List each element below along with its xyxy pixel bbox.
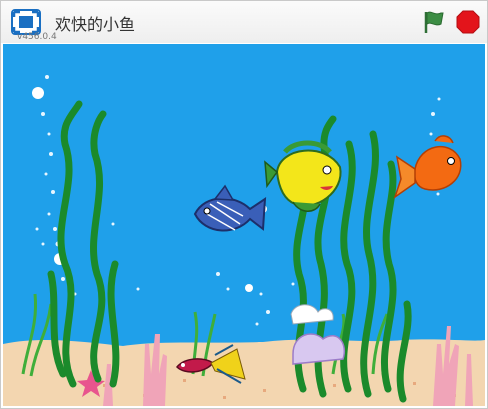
green-flag-button[interactable] — [421, 9, 447, 35]
stop-button[interactable] — [455, 9, 481, 35]
stage[interactable] — [3, 44, 485, 406]
stop-sign-icon — [456, 10, 480, 34]
sand-floor — [3, 339, 485, 406]
title-bar: 欢快的小鱼 v456.0.4 — [1, 1, 487, 43]
green-flag-icon — [424, 11, 444, 33]
version-label: v456.0.4 — [17, 32, 57, 42]
scratch-player: 欢快的小鱼 v456.0.4 — [0, 0, 488, 409]
project-title: 欢快的小鱼 — [55, 15, 136, 34]
stage-canvas — [3, 44, 485, 406]
